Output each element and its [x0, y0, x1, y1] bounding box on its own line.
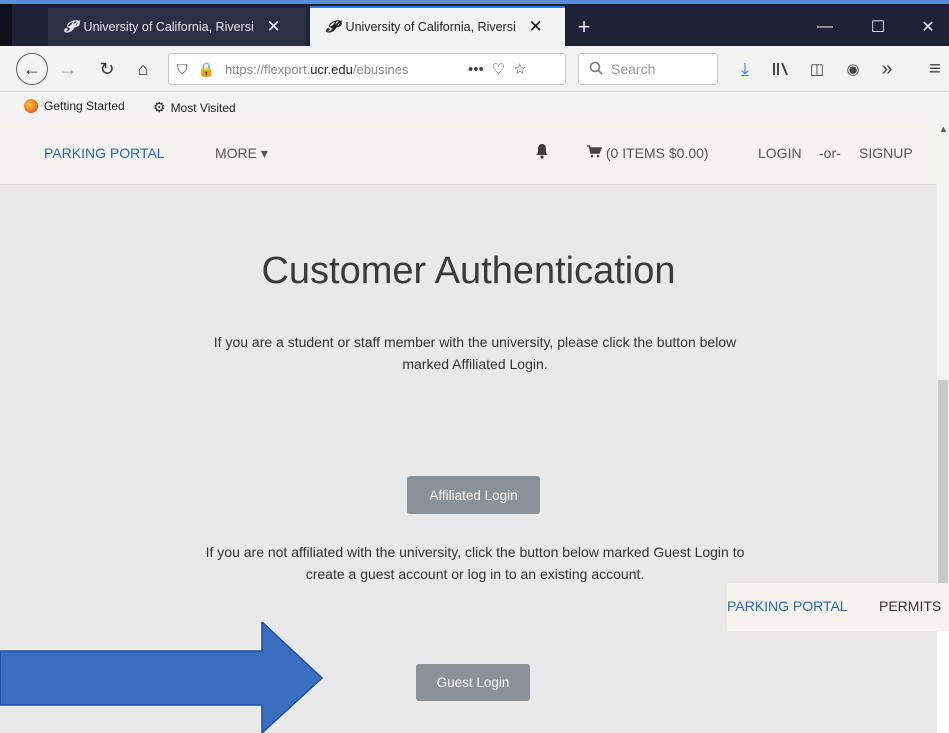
site-header: PARKING PORTAL MORE ▾ (0 ITEMS $0.00) LO… [0, 123, 937, 185]
close-icon[interactable]: ✕ [529, 17, 543, 37]
gear-icon: ⚙ [153, 99, 166, 115]
p-favicon-icon: 𝓟 [326, 17, 338, 36]
login-link[interactable]: LOGIN [758, 145, 802, 161]
maximize-button[interactable]: ☐ [853, 8, 903, 46]
bookmark-most-visited[interactable]: ⚙ Most Visited [153, 99, 236, 116]
firefox-icon [24, 99, 38, 113]
pocket-icon[interactable]: ♡ [492, 60, 505, 78]
cart-summary: (0 ITEMS $0.00) [605, 145, 709, 161]
page-title: Customer Authentication [261, 250, 676, 292]
bookmark-star-icon[interactable]: ☆ [513, 60, 526, 78]
cart-icon [586, 145, 603, 161]
new-tab-button[interactable]: + [566, 8, 602, 46]
close-window-button[interactable]: ✕ [903, 8, 949, 46]
reload-button[interactable]: ↻ [94, 54, 120, 84]
back-button[interactable]: ← [16, 53, 48, 85]
affiliated-login-button[interactable]: Affiliated Login [407, 476, 540, 514]
tab-strip-leading [0, 4, 12, 46]
navigation-bar: ← → ↻ ⌂ ⛉ 🔒 https://flexport.ucr.edu/ebu… [0, 46, 949, 92]
scroll-up-arrow-icon[interactable]: ▲ [939, 124, 948, 134]
account-icon[interactable]: ◉ [840, 56, 866, 82]
tab-title: University of California, Riversi [83, 20, 254, 34]
parking-portal-link[interactable]: PARKING PORTAL [44, 145, 165, 161]
overlay-header-strip: PARKING PORTAL PERMITS [727, 583, 949, 631]
bookmark-label: Getting Started [44, 99, 125, 113]
minimize-button[interactable]: — [800, 8, 850, 46]
more-menu[interactable]: MORE ▾ [215, 145, 268, 162]
tab-inactive[interactable]: 𝓟 University of California, Riversi ✕ [48, 8, 306, 46]
page-actions-icon[interactable]: ••• [468, 61, 484, 78]
search-icon [589, 61, 603, 78]
home-button[interactable]: ⌂ [130, 54, 156, 84]
affiliated-instructions: If you are a student or staff member wit… [213, 334, 737, 372]
tab-title: University of California, Riversi [345, 20, 516, 34]
tab-active[interactable]: 𝓟 University of California, Riversi ✕ [310, 6, 565, 46]
url-bar[interactable]: ⛉ 🔒 https://flexport.ucr.edu/ebusines ••… [168, 53, 566, 85]
search-placeholder: Search [611, 61, 656, 77]
bookmark-label: Most Visited [170, 100, 236, 115]
sidebar-icon[interactable]: ◫ [804, 56, 830, 82]
forward-button[interactable]: → [56, 54, 80, 84]
download-icon[interactable]: ⤓ [732, 56, 758, 82]
shield-icon[interactable]: ⛉ [177, 61, 188, 78]
overlay-permits-link[interactable]: PERMITS [879, 598, 941, 614]
overflow-icon[interactable]: » [874, 56, 900, 82]
or-separator: -or- [819, 145, 841, 161]
library-icon[interactable] [768, 56, 794, 82]
bell-icon[interactable] [535, 143, 549, 163]
pointer-arrow-icon [0, 622, 324, 733]
guest-login-button[interactable]: Guest Login [416, 664, 530, 701]
overlay-parking-portal-link[interactable]: PARKING PORTAL [727, 598, 852, 614]
guest-instructions: If you are not affiliated with the unive… [205, 544, 745, 582]
scrollbar-thumb[interactable] [938, 380, 948, 583]
lock-icon[interactable]: 🔒 [198, 61, 215, 78]
close-icon[interactable]: ✕ [267, 17, 281, 37]
signup-link[interactable]: SIGNUP [859, 145, 913, 161]
bookmark-getting-started[interactable]: Getting Started [24, 99, 125, 113]
cart-link[interactable]: (0 ITEMS $0.00) [586, 145, 709, 161]
more-label: MORE [215, 145, 257, 161]
p-favicon-icon: 𝓟 [64, 17, 76, 36]
chevron-down-icon: ▾ [260, 145, 268, 161]
bookmarks-bar: Getting Started ⚙ Most Visited [0, 93, 949, 123]
search-input[interactable]: Search [578, 53, 718, 85]
menu-icon[interactable]: ≡ [922, 56, 948, 82]
url-text: https://flexport.ucr.edu/ebusines [224, 61, 409, 77]
